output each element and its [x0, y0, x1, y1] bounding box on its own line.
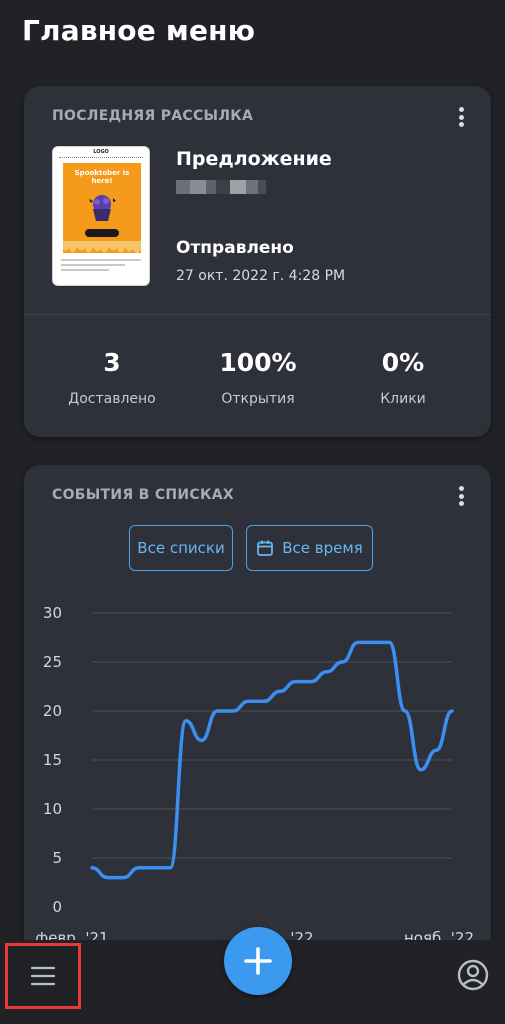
campaign-thumbnail[interactable]: LOGO Spooktober is here!: [52, 146, 150, 286]
stat-value: 100%: [219, 348, 297, 377]
stat-label: Клики: [380, 391, 426, 407]
y-tick-label: 15: [43, 751, 62, 769]
last-campaign-card[interactable]: ПОСЛЕДНЯЯ РАССЫЛКА LOGO Spooktober is he…: [24, 86, 491, 437]
filter-lists-label: Все списки: [137, 539, 225, 557]
more-options-icon[interactable]: [453, 104, 469, 130]
filter-lists-button[interactable]: Все списки: [129, 525, 233, 571]
thumbnail-logo: LOGO: [93, 149, 109, 155]
campaign-sent-date: 27 окт. 2022 г. 4:28 PM: [176, 268, 346, 284]
campaign-name: Предложение: [176, 148, 332, 170]
card-header-last-campaign: ПОСЛЕДНЯЯ РАССЫЛКА: [52, 108, 254, 124]
stat-clicks: 0% Клики: [323, 348, 483, 407]
list-events-card: СОБЫТИЯ В СПИСКАХ Все списки Все время 0…: [24, 465, 491, 985]
profile-button[interactable]: [456, 958, 490, 992]
redacted-subject: [176, 180, 266, 194]
stat-value: 3: [103, 348, 121, 377]
filter-time-button[interactable]: Все время: [246, 525, 373, 571]
more-options-icon[interactable]: [453, 483, 469, 509]
hamburger-menu-icon: [30, 966, 56, 986]
y-tick-label: 0: [52, 898, 62, 916]
page-title: Главное меню: [22, 14, 256, 47]
stat-label: Открытия: [221, 391, 295, 407]
card-header-list-events: СОБЫТИЯ В СПИСКАХ: [52, 487, 234, 503]
thumbnail-headline: Spooktober is here!: [74, 169, 130, 185]
campaign-status: Отправлено: [176, 238, 294, 258]
calendar-icon: [257, 540, 274, 556]
user-profile-icon: [457, 959, 489, 991]
filter-time-label: Все время: [282, 539, 363, 557]
menu-button[interactable]: [5, 943, 81, 1009]
y-tick-label: 25: [43, 653, 62, 671]
y-tick-label: 10: [43, 800, 62, 818]
stat-opens: 100% Открытия: [178, 348, 338, 407]
stat-label: Доставлено: [68, 391, 156, 407]
y-tick-label: 30: [43, 604, 62, 622]
divider: [24, 314, 491, 315]
y-tick-label: 5: [52, 849, 62, 867]
stat-value: 0%: [381, 348, 425, 377]
plus-icon: [244, 947, 272, 975]
cupcake-icon: [89, 195, 116, 221]
stat-delivered: 3 Доставлено: [32, 348, 192, 407]
drip-decoration: [63, 241, 141, 253]
add-button[interactable]: [224, 927, 292, 995]
y-tick-label: 20: [43, 702, 62, 720]
